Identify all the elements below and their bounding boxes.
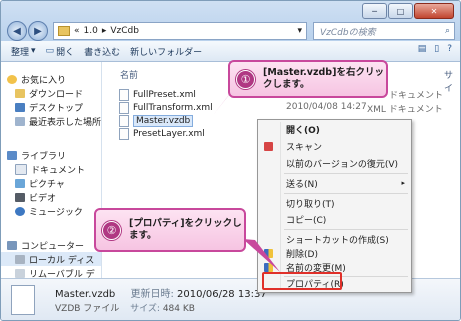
step-number-badge: ① <box>236 69 255 89</box>
callout-2-pointer <box>243 239 280 272</box>
callout-step-1: ① [Master.vzdb]を右クリッ クします。 <box>228 60 388 98</box>
callout-line-2: クします。 <box>263 79 310 90</box>
callout-text: [Master.vzdb]を右クリッ クします。 <box>263 67 384 91</box>
callout-step-2: ② [プロパティ]をクリックし ます。 <box>94 208 246 252</box>
callout-line-1: [Master.vzdb]を右クリッ <box>263 67 384 78</box>
callout-line-1: [プロパティ]をクリックし <box>129 218 242 229</box>
step-number-badge: ② <box>102 220 121 240</box>
callout-line-2: ます。 <box>129 230 157 241</box>
callout-arrows <box>214 86 280 272</box>
callout-text: [プロパティ]をクリックし ます。 <box>129 218 242 242</box>
